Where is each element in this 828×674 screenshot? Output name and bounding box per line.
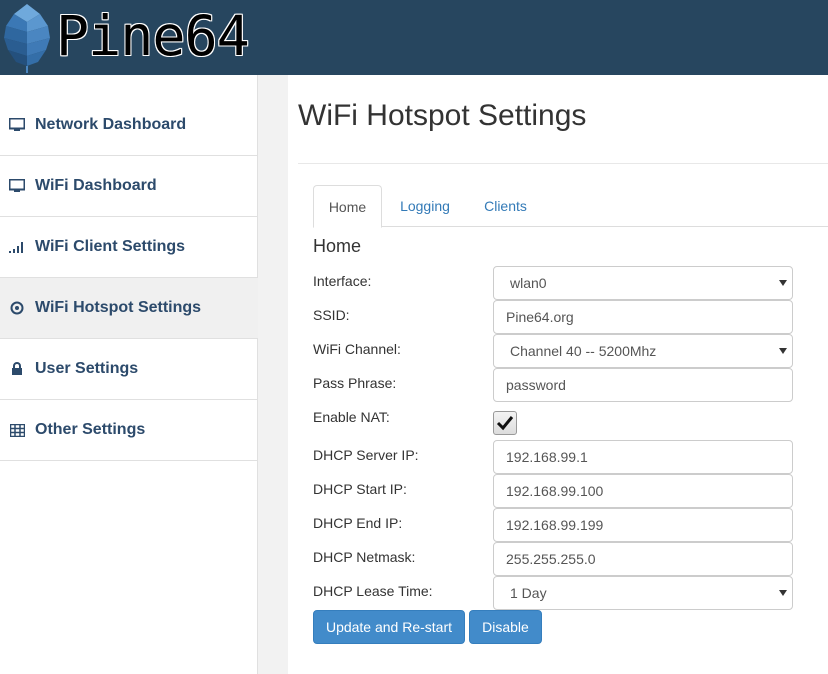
- top-bar: Pine64: [0, 0, 828, 75]
- dhcp-start-ip-input[interactable]: 192.168.99.100: [493, 474, 793, 508]
- enable-nat-label: Enable NAT:: [313, 409, 390, 425]
- sidebar-item-network-dashboard[interactable]: Network Dashboard: [0, 95, 258, 156]
- interface-label: Interface:: [313, 273, 372, 289]
- disable-button[interactable]: Disable: [469, 610, 542, 644]
- pass-phrase-input[interactable]: password: [493, 368, 793, 402]
- signal-bars-icon: [8, 239, 26, 255]
- ssid-input[interactable]: Pine64.org: [493, 300, 793, 334]
- tab-clients[interactable]: Clients: [473, 185, 538, 227]
- page-title: WiFi Hotspot Settings: [298, 99, 587, 132]
- table-icon: [8, 422, 26, 438]
- sidebar-item-label: Other Settings: [35, 421, 146, 438]
- dhcp-lease-time-select[interactable]: 1 Day: [493, 576, 793, 610]
- ssid-label: SSID:: [313, 307, 350, 323]
- tab-home[interactable]: Home: [313, 185, 382, 228]
- sidebar-item-label: WiFi Dashboard: [35, 177, 157, 194]
- monitor-icon: [8, 117, 26, 133]
- chevron-down-icon: [779, 348, 787, 354]
- sidebar-item-other-settings[interactable]: Other Settings: [0, 400, 258, 461]
- sidebar-item-wifi-hotspot-settings[interactable]: WiFi Hotspot Settings: [0, 278, 258, 339]
- sidebar-item-wifi-dashboard[interactable]: WiFi Dashboard: [0, 156, 258, 217]
- pass-phrase-label: Pass Phrase:: [313, 375, 397, 391]
- dhcp-end-ip-label: DHCP End IP:: [313, 515, 403, 531]
- sidebar-item-label: WiFi Client Settings: [35, 238, 186, 255]
- dhcp-server-ip-input[interactable]: 192.168.99.1: [493, 440, 793, 474]
- dhcp-start-ip-label: DHCP Start IP:: [313, 481, 407, 497]
- dhcp-end-ip-input[interactable]: 192.168.99.199: [493, 508, 793, 542]
- chevron-down-icon: [779, 590, 787, 596]
- main-content: WiFi Hotspot Settings Home Logging Clien…: [288, 75, 828, 674]
- sidebar: Network Dashboard WiFi Dashboard WiFi Cl…: [0, 75, 258, 674]
- radio-dot-icon: [8, 300, 26, 316]
- sidebar-item-label: Network Dashboard: [35, 116, 187, 133]
- content-gutter: [258, 75, 288, 674]
- dhcp-lease-time-value: 1 Day: [510, 585, 547, 601]
- dhcp-netmask-label: DHCP Netmask:: [313, 549, 416, 565]
- wifi-channel-label: WiFi Channel:: [313, 341, 401, 357]
- sidebar-item-wifi-client-settings[interactable]: WiFi Client Settings: [0, 217, 258, 278]
- dhcp-netmask-input[interactable]: 255.255.255.0: [493, 542, 793, 576]
- sidebar-item-label: User Settings: [35, 360, 139, 377]
- sidebar-item-user-settings[interactable]: User Settings: [0, 339, 258, 400]
- pine-cone-logo-icon: [4, 4, 50, 73]
- dhcp-server-ip-label: DHCP Server IP:: [313, 447, 419, 463]
- divider: [298, 163, 828, 164]
- wifi-channel-value: Channel 40 -- 5200Mhz: [510, 343, 657, 359]
- interface-select[interactable]: wlan0: [493, 266, 793, 300]
- section-title: Home: [313, 236, 362, 256]
- enable-nat-checkbox[interactable]: [493, 411, 517, 435]
- update-restart-button[interactable]: Update and Re-start: [313, 610, 465, 644]
- tab-logging[interactable]: Logging: [388, 185, 462, 227]
- wifi-channel-select[interactable]: Channel 40 -- 5200Mhz: [493, 334, 793, 368]
- checkmark-icon: [496, 416, 514, 431]
- interface-value: wlan0: [510, 275, 547, 291]
- dhcp-lease-time-label: DHCP Lease Time:: [313, 583, 433, 599]
- tab-bar: Home Logging Clients: [313, 185, 828, 228]
- lock-icon: [8, 361, 26, 377]
- brand-name: Pine64: [56, 4, 250, 68]
- sidebar-item-label: WiFi Hotspot Settings: [35, 299, 202, 316]
- chevron-down-icon: [779, 280, 787, 286]
- monitor-icon: [8, 178, 26, 194]
